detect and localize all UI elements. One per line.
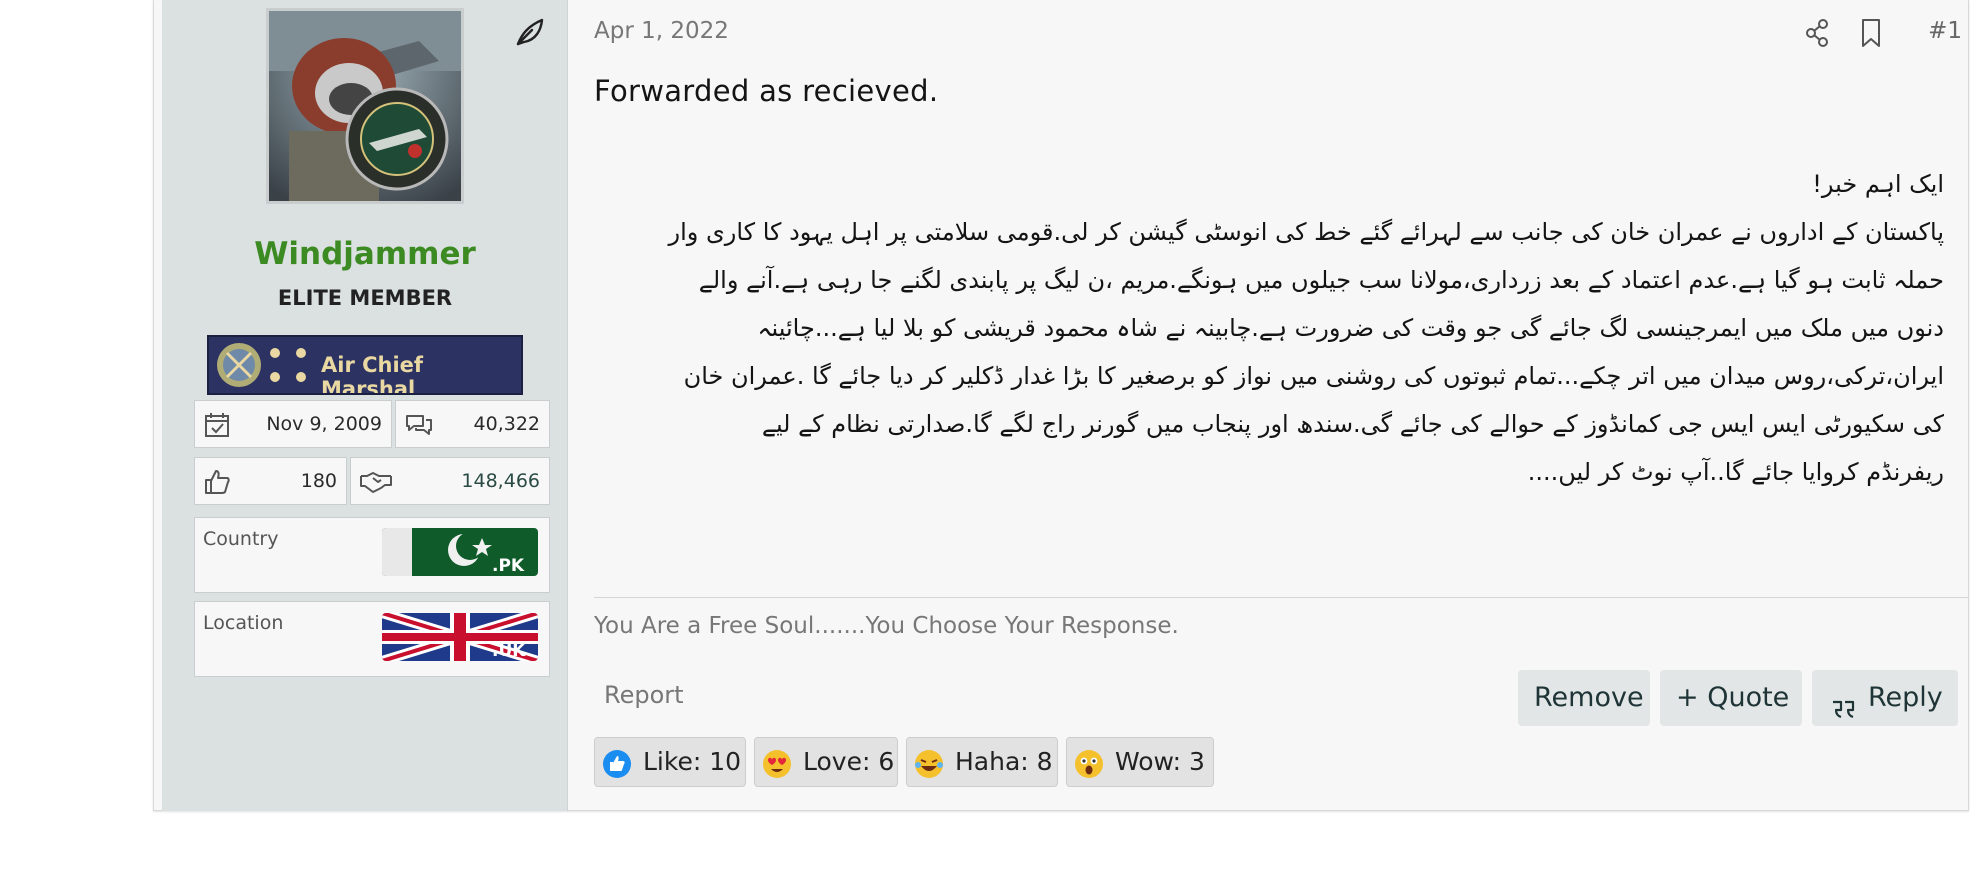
uk-flag-icon: .UK (382, 613, 538, 661)
urdu-line: ایک اہم خبر! (1812, 170, 1944, 198)
reaction-haha-label: Haha: 8 (955, 747, 1053, 776)
haha-icon (914, 747, 944, 778)
rank-label: Air Chief Marshal (321, 353, 424, 395)
reaction-love[interactable]: Love: 6 (754, 737, 898, 787)
reaction-score-stat: 180 (194, 457, 347, 505)
reply-icon (1830, 685, 1856, 719)
love-icon (762, 747, 792, 778)
points-stat: 148,466 (350, 457, 550, 505)
country-code: .PK (492, 556, 525, 576)
post-intro: Forwarded as recieved. (594, 74, 939, 108)
country-label: Country (203, 528, 279, 550)
urdu-line: پاکستان کے اداروں نے عمران خان کی جانب س… (668, 218, 1944, 246)
points-count: 148,466 (461, 470, 540, 492)
user-sidebar: Windjammer ELITE MEMBER Air Chief Marsha… (162, 0, 568, 811)
messages-stat: 40,322 (395, 400, 550, 448)
reaction-wow-label: Wow: 3 (1115, 747, 1205, 776)
urdu-message: ایک اہم خبر! پاکستان کے اداروں نے عمران … (594, 160, 1944, 496)
reply-button[interactable]: Reply (1812, 670, 1958, 726)
reaction-wow[interactable]: Wow: 3 (1066, 737, 1214, 787)
leaf-icon (514, 16, 546, 48)
urdu-line: دنوں میں ملک میں ایمرجینسی لگ جائے گی جو… (757, 314, 1944, 342)
location-field: Location .UK (194, 601, 550, 677)
post-body: Forwarded as recieved. ایک اہم خبر! پاکس… (594, 74, 1944, 496)
post-number[interactable]: #1 (1928, 18, 1962, 44)
username[interactable]: Windjammer (162, 236, 568, 272)
post-date[interactable]: Apr 1, 2022 (594, 18, 729, 44)
reaction-love-label: Love: 6 (803, 747, 895, 776)
like-icon (602, 747, 632, 778)
reaction-like[interactable]: Like: 10 (594, 737, 746, 787)
user-avatar[interactable] (266, 8, 464, 204)
reaction-score: 180 (300, 470, 337, 492)
urdu-line: کی سکیورٹی ایس ایس جی کمانڈوز کے حوالے ک… (761, 410, 1944, 438)
share-icon[interactable] (1802, 16, 1832, 50)
remove-label: Remove (1534, 682, 1644, 713)
joined-stat: Nov 9, 2009 (194, 400, 392, 448)
calendar-check-icon (203, 411, 231, 439)
wow-icon (1074, 747, 1104, 778)
urdu-line: ریفرنڈم کروایا جائے گا..آپ نوٹ کر لیں...… (1527, 458, 1944, 486)
report-link[interactable]: Report (604, 681, 684, 709)
post-container: Windjammer ELITE MEMBER Air Chief Marsha… (153, 0, 1969, 811)
user-title: ELITE MEMBER (277, 286, 453, 310)
rank-banner: Air Chief Marshal (207, 335, 523, 395)
handshake-icon (359, 468, 392, 496)
signature-divider (594, 597, 1968, 598)
post-actions-top: #1 (1802, 16, 1962, 50)
pakistan-flag-icon: .PK (382, 528, 538, 576)
joined-date: Nov 9, 2009 (266, 413, 382, 435)
location-label: Location (203, 612, 284, 634)
messages-count: 40,322 (473, 413, 540, 435)
quote-button[interactable]: + Quote (1660, 670, 1802, 726)
signature: You Are a Free Soul.......You Choose You… (594, 613, 1179, 639)
post-main: Apr 1, 2022 #1 Forwarded as recieved. ای… (584, 0, 1968, 811)
urdu-line: حملہ ثابت ہو گیا ہے.عدم اعتماد کے بعد زر… (698, 266, 1944, 294)
quote-label: + Quote (1676, 682, 1790, 713)
reaction-haha[interactable]: Haha: 8 (906, 737, 1058, 787)
location-code: .UK (492, 641, 526, 661)
remove-button[interactable]: Remove (1518, 670, 1650, 726)
thumbs-up-icon (203, 468, 231, 496)
reply-label: Reply (1868, 682, 1943, 713)
reaction-like-label: Like: 10 (643, 747, 742, 776)
country-field: Country .PK (194, 517, 550, 593)
messages-icon (404, 411, 432, 439)
bookmark-icon[interactable] (1856, 16, 1886, 50)
urdu-line: ایران،ترکی،روس میدان میں اتر چکے...تمام … (683, 362, 1944, 390)
